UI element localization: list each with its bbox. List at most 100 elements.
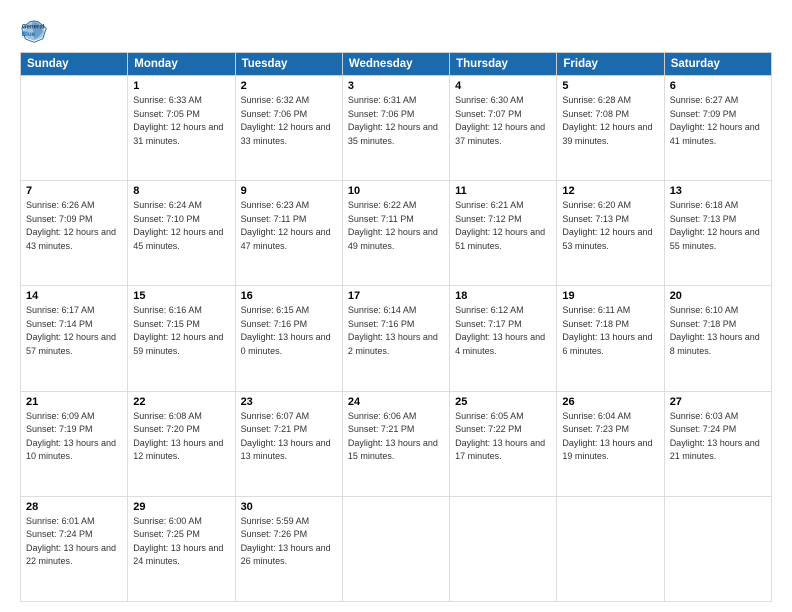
- day-cell: [664, 496, 771, 601]
- weekday-header-tuesday: Tuesday: [235, 53, 342, 76]
- day-number: 24: [348, 396, 444, 408]
- day-cell: 2 Sunrise: 6:32 AMSunset: 7:06 PMDaylight…: [235, 76, 342, 181]
- week-row-2: 7Sunrise: 6:26 AMSunset: 7:09 PMDaylight…: [21, 181, 772, 286]
- day-info: Sunrise: 6:23 AMSunset: 7:11 PMDaylight:…: [241, 199, 337, 253]
- weekday-header-saturday: Saturday: [664, 53, 771, 76]
- day-info: Sunrise: 6:20 AMSunset: 7:13 PMDaylight:…: [562, 199, 658, 253]
- day-info: Sunrise: 6:15 AMSunset: 7:16 PMDaylight:…: [241, 304, 337, 358]
- day-cell: [557, 496, 664, 601]
- svg-text:General: General: [22, 23, 45, 30]
- day-cell: 27 Sunrise: 6:03 AMSunset: 7:24 PMDayligh…: [664, 391, 771, 496]
- day-info: Sunrise: 5:59 AMSunset: 7:26 PMDaylight:…: [241, 515, 337, 569]
- day-info: Sunrise: 6:18 AMSunset: 7:13 PMDaylight:…: [670, 199, 766, 253]
- day-number: 6: [670, 80, 766, 92]
- day-info: Sunrise: 6:05 AMSunset: 7:22 PMDaylight:…: [455, 410, 551, 464]
- day-cell: 5 Sunrise: 6:28 AMSunset: 7:08 PMDaylight…: [557, 76, 664, 181]
- day-number: 30: [241, 501, 337, 513]
- day-cell: 21 Sunrise: 6:09 AMSunset: 7:19 PMDayligh…: [21, 391, 128, 496]
- weekday-header-sunday: Sunday: [21, 53, 128, 76]
- day-cell: 16 Sunrise: 6:15 AMSunset: 7:16 PMDayligh…: [235, 286, 342, 391]
- day-info: Sunrise: 6:28 AMSunset: 7:08 PMDaylight:…: [562, 94, 658, 148]
- day-number: 15: [133, 290, 229, 302]
- day-info: Sunrise: 6:33 AMSunset: 7:05 PMDaylight:…: [133, 94, 229, 148]
- logo: General Blue: [20, 16, 52, 44]
- day-info: Sunrise: 6:11 AMSunset: 7:18 PMDaylight:…: [562, 304, 658, 358]
- day-info: Sunrise: 6:17 AMSunset: 7:14 PMDaylight:…: [26, 304, 122, 358]
- day-cell: 22Sunrise: 6:08 AMSunset: 7:20 PMDayligh…: [128, 391, 235, 496]
- day-cell: 4 Sunrise: 6:30 AMSunset: 7:07 PMDaylight…: [450, 76, 557, 181]
- day-number: 9: [241, 185, 337, 197]
- day-cell: 24 Sunrise: 6:06 AMSunset: 7:21 PMDayligh…: [342, 391, 449, 496]
- week-row-4: 21 Sunrise: 6:09 AMSunset: 7:19 PMDayligh…: [21, 391, 772, 496]
- day-cell: 26Sunrise: 6:04 AMSunset: 7:23 PMDayligh…: [557, 391, 664, 496]
- day-number: 23: [241, 396, 337, 408]
- week-row-3: 14 Sunrise: 6:17 AMSunset: 7:14 PMDayligh…: [21, 286, 772, 391]
- weekday-header-monday: Monday: [128, 53, 235, 76]
- day-cell: 28 Sunrise: 6:01 AMSunset: 7:24 PMDayligh…: [21, 496, 128, 601]
- weekday-header-thursday: Thursday: [450, 53, 557, 76]
- day-number: 26: [562, 396, 658, 408]
- day-info: Sunrise: 6:30 AMSunset: 7:07 PMDaylight:…: [455, 94, 551, 148]
- day-info: Sunrise: 6:27 AMSunset: 7:09 PMDaylight:…: [670, 94, 766, 148]
- day-number: 25: [455, 396, 551, 408]
- day-info: Sunrise: 6:00 AMSunset: 7:25 PMDaylight:…: [133, 515, 229, 569]
- day-number: 11: [455, 185, 551, 197]
- day-info: Sunrise: 6:12 AMSunset: 7:17 PMDaylight:…: [455, 304, 551, 358]
- day-number: 21: [26, 396, 122, 408]
- day-cell: 1 Sunrise: 6:33 AMSunset: 7:05 PMDaylight…: [128, 76, 235, 181]
- day-number: 28: [26, 501, 122, 513]
- day-cell: [342, 496, 449, 601]
- day-number: 8: [133, 185, 229, 197]
- day-cell: [21, 76, 128, 181]
- weekday-header-friday: Friday: [557, 53, 664, 76]
- day-cell: 13Sunrise: 6:18 AMSunset: 7:13 PMDayligh…: [664, 181, 771, 286]
- day-number: 12: [562, 185, 658, 197]
- day-info: Sunrise: 6:24 AMSunset: 7:10 PMDaylight:…: [133, 199, 229, 253]
- day-number: 17: [348, 290, 444, 302]
- day-number: 10: [348, 185, 444, 197]
- day-info: Sunrise: 6:10 AMSunset: 7:18 PMDaylight:…: [670, 304, 766, 358]
- day-info: Sunrise: 6:07 AMSunset: 7:21 PMDaylight:…: [241, 410, 337, 464]
- day-number: 7: [26, 185, 122, 197]
- day-info: Sunrise: 6:21 AMSunset: 7:12 PMDaylight:…: [455, 199, 551, 253]
- day-info: Sunrise: 6:01 AMSunset: 7:24 PMDaylight:…: [26, 515, 122, 569]
- calendar-table: SundayMondayTuesdayWednesdayThursdayFrid…: [20, 52, 772, 602]
- day-number: 14: [26, 290, 122, 302]
- day-cell: 14 Sunrise: 6:17 AMSunset: 7:14 PMDayligh…: [21, 286, 128, 391]
- week-row-5: 28 Sunrise: 6:01 AMSunset: 7:24 PMDayligh…: [21, 496, 772, 601]
- day-info: Sunrise: 6:08 AMSunset: 7:20 PMDaylight:…: [133, 410, 229, 464]
- day-info: Sunrise: 6:14 AMSunset: 7:16 PMDaylight:…: [348, 304, 444, 358]
- day-cell: 29 Sunrise: 6:00 AMSunset: 7:25 PMDayligh…: [128, 496, 235, 601]
- day-info: Sunrise: 6:16 AMSunset: 7:15 PMDaylight:…: [133, 304, 229, 358]
- day-number: 5: [562, 80, 658, 92]
- day-info: Sunrise: 6:03 AMSunset: 7:24 PMDaylight:…: [670, 410, 766, 464]
- day-number: 4: [455, 80, 551, 92]
- day-info: Sunrise: 6:06 AMSunset: 7:21 PMDaylight:…: [348, 410, 444, 464]
- day-cell: 9 Sunrise: 6:23 AMSunset: 7:11 PMDaylight…: [235, 181, 342, 286]
- day-cell: 17 Sunrise: 6:14 AMSunset: 7:16 PMDayligh…: [342, 286, 449, 391]
- day-info: Sunrise: 6:32 AMSunset: 7:06 PMDaylight:…: [241, 94, 337, 148]
- day-info: Sunrise: 6:31 AMSunset: 7:06 PMDaylight:…: [348, 94, 444, 148]
- day-cell: 6 Sunrise: 6:27 AMSunset: 7:09 PMDaylight…: [664, 76, 771, 181]
- day-cell: [450, 496, 557, 601]
- day-number: 2: [241, 80, 337, 92]
- day-number: 27: [670, 396, 766, 408]
- day-info: Sunrise: 6:09 AMSunset: 7:19 PMDaylight:…: [26, 410, 122, 464]
- day-cell: 25 Sunrise: 6:05 AMSunset: 7:22 PMDayligh…: [450, 391, 557, 496]
- day-cell: 11 Sunrise: 6:21 AMSunset: 7:12 PMDayligh…: [450, 181, 557, 286]
- day-cell: 7Sunrise: 6:26 AMSunset: 7:09 PMDaylight…: [21, 181, 128, 286]
- day-cell: 30 Sunrise: 5:59 AMSunset: 7:26 PMDayligh…: [235, 496, 342, 601]
- day-cell: 12 Sunrise: 6:20 AMSunset: 7:13 PMDayligh…: [557, 181, 664, 286]
- day-cell: 3Sunrise: 6:31 AMSunset: 7:06 PMDaylight…: [342, 76, 449, 181]
- svg-text:Blue: Blue: [22, 31, 36, 38]
- day-cell: 8 Sunrise: 6:24 AMSunset: 7:10 PMDaylight…: [128, 181, 235, 286]
- day-number: 16: [241, 290, 337, 302]
- day-number: 29: [133, 501, 229, 513]
- day-cell: 18 Sunrise: 6:12 AMSunset: 7:17 PMDayligh…: [450, 286, 557, 391]
- day-cell: 19Sunrise: 6:11 AMSunset: 7:18 PMDayligh…: [557, 286, 664, 391]
- day-number: 1: [133, 80, 229, 92]
- day-cell: 10Sunrise: 6:22 AMSunset: 7:11 PMDayligh…: [342, 181, 449, 286]
- page: General Blue SundayMondayTuesdayWednesda…: [0, 0, 792, 612]
- weekday-header-row: SundayMondayTuesdayWednesdayThursdayFrid…: [21, 53, 772, 76]
- day-number: 18: [455, 290, 551, 302]
